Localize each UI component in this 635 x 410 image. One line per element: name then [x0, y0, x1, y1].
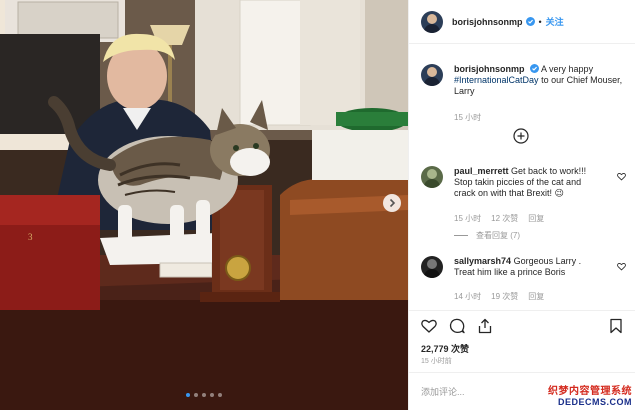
comment-likes[interactable]: 19 次赞: [491, 291, 518, 302]
verified-badge-icon: [525, 17, 535, 26]
avatar[interactable]: [421, 10, 443, 33]
reply-button[interactable]: 回复: [528, 291, 544, 302]
post-timestamp: 15 小时前: [421, 358, 452, 365]
post-dialog: 3 borisjohnsonmp • 关注 borisjohnsonmp A v…: [0, 0, 635, 410]
carousel-dot: [202, 393, 206, 397]
follow-button[interactable]: 关注: [546, 15, 564, 28]
view-replies-button[interactable]: 查看回复 (7): [454, 230, 520, 241]
post-side-panel: borisjohnsonmp • 关注 borisjohnsonmp A ver…: [408, 0, 635, 410]
share-icon[interactable]: [477, 318, 493, 334]
caption-meta: 15 小时: [454, 112, 481, 123]
verified-badge-icon: [530, 64, 540, 73]
chevron-right-icon: [389, 198, 396, 208]
carousel-dot: [210, 393, 214, 397]
bookmark-icon[interactable]: [608, 318, 624, 334]
carousel-dot: [194, 393, 198, 397]
carousel-next-button[interactable]: [383, 194, 401, 212]
avatar[interactable]: [421, 64, 443, 86]
post-header: borisjohnsonmp • 关注: [409, 0, 635, 44]
caption-username[interactable]: borisjohnsonmp: [454, 64, 525, 74]
comment-username[interactable]: sallymarsh74: [454, 256, 511, 266]
comment-meta: 15 小时 12 次赞 回复: [454, 213, 545, 224]
like-count[interactable]: 22,779 次赞: [421, 342, 469, 355]
comment-like-icon[interactable]: [617, 172, 626, 181]
action-bar: [409, 310, 635, 340]
comment-text: paul_merrett Get back to work!!! Stop ta…: [454, 166, 587, 198]
comment-likes[interactable]: 12 次赞: [491, 213, 518, 224]
heart-icon[interactable]: [421, 318, 437, 334]
watermark-line2: DEDECMS.COM: [557, 397, 632, 407]
carousel-indicator: [0, 393, 408, 397]
comment-meta: 14 小时 19 次赞 回复: [454, 291, 545, 302]
carousel-dot: [186, 393, 190, 397]
avatar[interactable]: [421, 166, 443, 188]
comment-like-icon[interactable]: [617, 262, 626, 271]
photo-scene: 3: [0, 0, 408, 410]
comment-icon[interactable]: [449, 318, 465, 334]
watermark: 织梦内容管理系统 DEDECMS.COM: [548, 386, 632, 408]
comment-username[interactable]: paul_merrett: [454, 166, 509, 176]
comments-list: borisjohnsonmp A very happy #Internation…: [409, 44, 635, 310]
avatar[interactable]: [421, 256, 443, 278]
hashtag-link[interactable]: #InternationalCatDay: [454, 75, 539, 85]
header-separator: •: [538, 16, 542, 27]
reply-button[interactable]: 回复: [528, 213, 544, 224]
watermark-line1: 织梦内容管理系统: [548, 386, 632, 397]
header-username[interactable]: borisjohnsonmp: [452, 17, 523, 27]
caption-time: 15 小时: [454, 113, 482, 122]
post-photo[interactable]: 3: [0, 0, 408, 410]
load-more-comments-icon[interactable]: [513, 128, 529, 144]
svg-text:3: 3: [28, 232, 33, 242]
carousel-dot: [218, 393, 222, 397]
caption-text: borisjohnsonmp A very happy #Internation…: [454, 64, 623, 96]
comment-text: sallymarsh74 Gorgeous Larry . Treat him …: [454, 256, 582, 277]
